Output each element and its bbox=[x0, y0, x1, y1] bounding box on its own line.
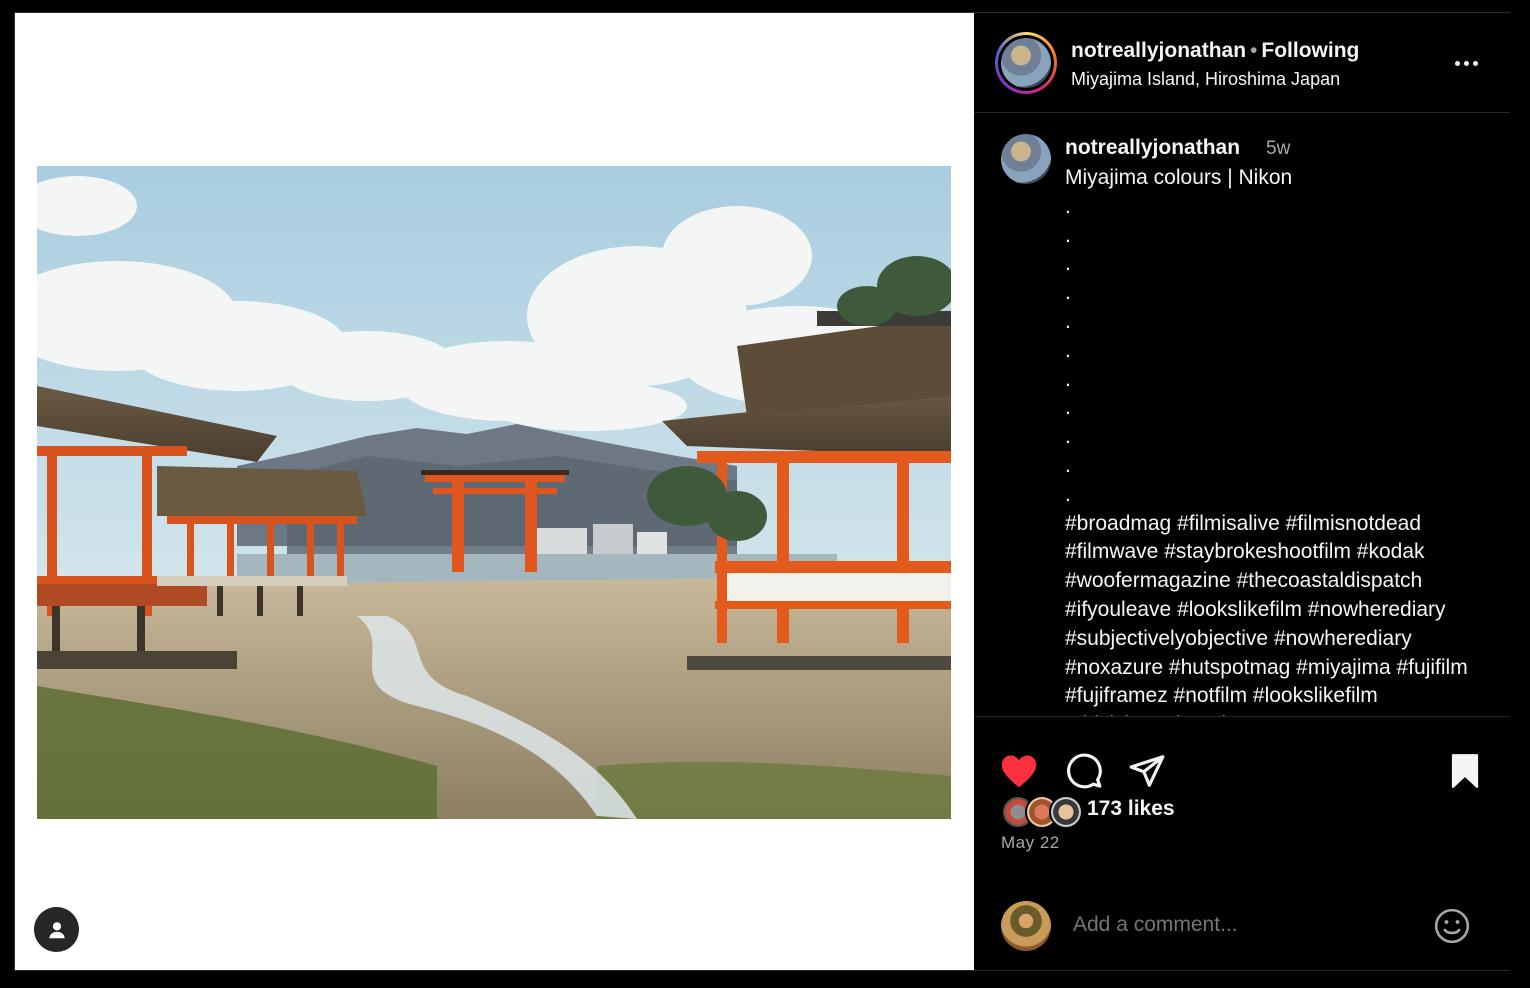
caption-time[interactable]: 5w bbox=[1266, 138, 1290, 160]
author-line: notreallyjonathan • Following bbox=[1071, 39, 1359, 63]
caption-avatar[interactable] bbox=[1001, 134, 1051, 184]
location-link[interactable]: Miyajima Island, Hiroshima Japan bbox=[1071, 69, 1340, 90]
post-date[interactable]: May 22 bbox=[1001, 833, 1060, 853]
comment-icon[interactable] bbox=[1062, 749, 1106, 793]
post-photo[interactable] bbox=[37, 166, 951, 819]
likes-count[interactable]: 173 likes bbox=[1087, 797, 1175, 821]
actions-bar: 173 likes May 22 bbox=[975, 716, 1510, 970]
avatar bbox=[1001, 38, 1051, 88]
media-area bbox=[15, 13, 974, 970]
author-username[interactable]: notreallyjonathan bbox=[1071, 39, 1246, 62]
post-side-panel: notreallyjonathan • Following Miyajima Isl… bbox=[975, 13, 1510, 970]
comment-input[interactable] bbox=[1073, 913, 1403, 937]
caption-username[interactable]: notreallyjonathan bbox=[1065, 136, 1240, 160]
more-horizontal-icon[interactable] bbox=[1448, 51, 1484, 75]
emoji-icon[interactable] bbox=[1432, 906, 1472, 946]
following-button[interactable]: Following bbox=[1261, 39, 1359, 62]
caption-text: Miyajima colours | Nikon . . . . . . . .… bbox=[1065, 166, 1468, 716]
avatar bbox=[1049, 795, 1083, 829]
current-user-avatar bbox=[1001, 901, 1051, 951]
post-dialog: notreallyjonathan • Following Miyajima Isl… bbox=[14, 12, 1510, 971]
separator-dot: • bbox=[1250, 39, 1258, 62]
author-avatar-ring[interactable] bbox=[995, 32, 1057, 94]
post-header: notreallyjonathan • Following Miyajima Isl… bbox=[975, 13, 1510, 113]
bookmark-filled-icon[interactable] bbox=[1443, 749, 1487, 793]
heart-filled-icon[interactable] bbox=[997, 749, 1041, 793]
share-icon[interactable] bbox=[1125, 749, 1169, 793]
user-tag-icon[interactable] bbox=[34, 907, 79, 952]
photo-miyajima-shrine bbox=[37, 166, 951, 819]
caption-area: notreallyjonathan 5w Miyajima colours | … bbox=[975, 114, 1510, 716]
